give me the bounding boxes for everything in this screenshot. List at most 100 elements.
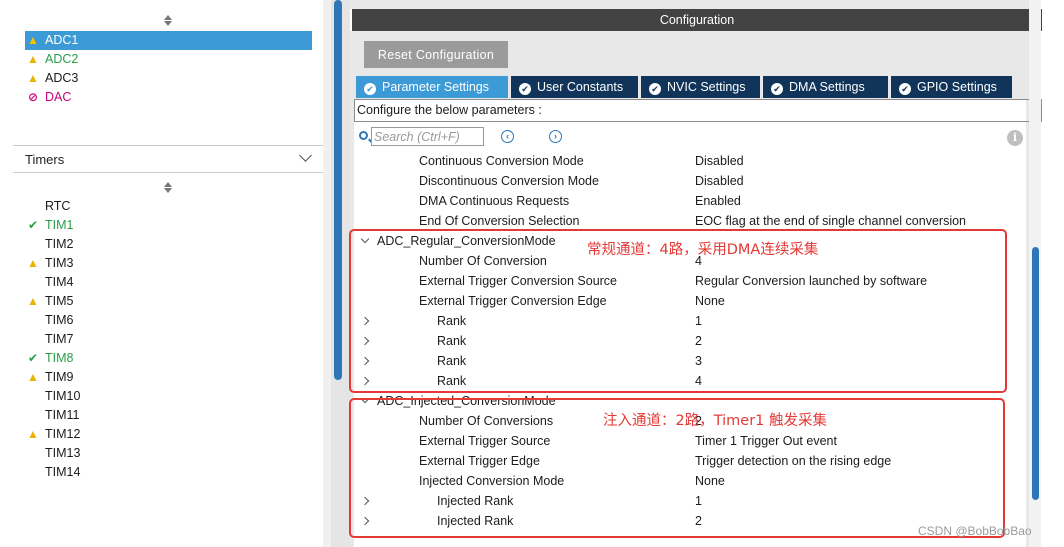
timer-item-tim1[interactable]: ✔ TIM1 <box>25 216 74 235</box>
timers-section-title[interactable]: Timers <box>25 152 64 167</box>
timer-item-rtc[interactable]: RTC <box>25 197 70 216</box>
peripheral-label: DAC <box>45 90 72 104</box>
sort-arrows-icon[interactable] <box>163 182 173 194</box>
parameter-value[interactable]: Disabled <box>695 171 744 191</box>
top-strip <box>350 0 1029 9</box>
timer-item-tim7[interactable]: TIM7 <box>25 330 73 349</box>
sort-arrows-icon[interactable] <box>163 15 173 27</box>
scrollbar-thumb[interactable] <box>334 0 342 380</box>
injected-annotation-text: 注入通道：2路，Timer1 触发采集 <box>603 413 828 429</box>
peripheral-item-adc1[interactable]: ▲ ADC1 <box>25 31 312 50</box>
check-circle-icon: ✔ <box>519 83 531 95</box>
timer-label: TIM10 <box>45 389 81 403</box>
parameter-row[interactable]: End Of Conversion Selection EOC flag at t… <box>354 211 1026 231</box>
timer-item-tim12[interactable]: ▲ TIM12 <box>25 425 80 444</box>
peripheral-item-adc2[interactable]: ▲ ADC2 <box>25 50 78 69</box>
parameters-header: Configure the below parameters : <box>354 99 1042 122</box>
disabled-icon: ⊘ <box>27 90 39 104</box>
timer-item-tim2[interactable]: TIM2 <box>25 235 73 254</box>
tab-dma-settings[interactable]: ✔ DMA Settings <box>763 76 888 98</box>
tab-label: Parameter Settings <box>382 80 489 94</box>
parameter-name: Discontinuous Conversion Mode <box>419 174 599 188</box>
tab-nvic-settings[interactable]: ✔ NVIC Settings <box>641 76 760 98</box>
tab-gpio-settings[interactable]: ✔ GPIO Settings <box>891 76 1012 98</box>
parameter-row[interactable]: Discontinuous Conversion Mode Disabled <box>354 171 1026 191</box>
peripheral-item-dac[interactable]: ⊘ DAC <box>25 88 71 107</box>
timer-label: TIM9 <box>45 370 74 384</box>
timer-label: TIM11 <box>45 408 80 422</box>
warning-icon: ▲ <box>27 427 39 441</box>
timer-item-tim8[interactable]: ✔ TIM8 <box>25 349 74 368</box>
reset-configuration-button[interactable]: Reset Configuration <box>364 41 508 68</box>
timer-label: RTC <box>45 199 71 213</box>
warning-icon: ▲ <box>27 294 39 308</box>
tab-label: DMA Settings <box>789 80 865 94</box>
warning-icon: ▲ <box>27 256 39 270</box>
tab-label: NVIC Settings <box>667 80 746 94</box>
parameter-name: DMA Continuous Requests <box>419 194 570 208</box>
timer-item-tim3[interactable]: ▲ TIM3 <box>25 254 73 273</box>
chevron-down-icon[interactable] <box>299 149 312 162</box>
timer-item-tim14[interactable]: TIM14 <box>25 463 80 482</box>
timer-item-tim5[interactable]: ▲ TIM5 <box>25 292 73 311</box>
search-row: ‹ › i <box>354 125 1026 147</box>
settings-tabs: ✔ Parameter Settings ✔ User Constants ✔ NVIC … <box>356 76 1015 98</box>
timer-label: TIM12 <box>45 427 81 441</box>
parameter-value[interactable]: EOC flag at the end of single channel co… <box>695 211 966 231</box>
timer-label: TIM7 <box>45 332 74 346</box>
warning-icon: ▲ <box>27 370 39 384</box>
timer-item-tim10[interactable]: TIM10 <box>25 387 80 406</box>
divider <box>13 145 323 146</box>
divider <box>13 172 323 173</box>
check-circle-icon: ✔ <box>364 83 376 95</box>
watermark: CSDN @BobBobBao <box>918 524 1032 538</box>
parameter-name: Continuous Conversion Mode <box>419 154 584 168</box>
timer-label: TIM3 <box>45 256 74 270</box>
left-panel: ▲ ADC1 ▲ ADC2 ▲ ADC3 ⊘ DAC Timers RTC ✔ TIM1 TIM2 ▲… <box>0 0 331 547</box>
timer-label: TIM4 <box>45 275 74 289</box>
warning-icon: ▲ <box>27 33 39 47</box>
timer-item-tim13[interactable]: TIM13 <box>25 444 80 463</box>
timer-label: TIM14 <box>45 465 81 479</box>
tab-label: User Constants <box>537 80 624 94</box>
peripheral-label: ADC2 <box>45 52 79 66</box>
previous-match-icon[interactable]: ‹ <box>501 130 514 143</box>
check-icon: ✔ <box>27 351 39 365</box>
right-scrollbar[interactable] <box>1029 0 1041 547</box>
parameter-value[interactable]: Enabled <box>695 191 741 211</box>
parameter-name: End Of Conversion Selection <box>419 214 580 228</box>
timer-item-tim9[interactable]: ▲ TIM9 <box>25 368 73 387</box>
peripheral-item-adc3[interactable]: ▲ ADC3 <box>25 69 78 88</box>
check-circle-icon: ✔ <box>771 83 783 95</box>
timer-label: TIM1 <box>45 218 74 232</box>
parameter-row[interactable]: Continuous Conversion Mode Disabled <box>354 151 1026 171</box>
configuration-title: Configuration <box>352 9 1042 31</box>
peripheral-label: ADC3 <box>45 71 79 85</box>
scrollbar-thumb[interactable] <box>1032 247 1039 500</box>
search-input[interactable] <box>371 127 484 146</box>
check-icon: ✔ <box>27 218 39 232</box>
tab-user-constants[interactable]: ✔ User Constants <box>511 76 638 98</box>
timer-label: TIM8 <box>45 351 74 365</box>
left-scrollbar[interactable] <box>323 0 331 547</box>
check-circle-icon: ✔ <box>899 83 911 95</box>
info-icon[interactable]: i <box>1007 130 1023 146</box>
regular-annotation-text: 常规通道：4路，采用DMA连续采集 <box>587 242 819 258</box>
next-match-icon[interactable]: › <box>549 130 562 143</box>
search-icon[interactable] <box>359 131 368 140</box>
peripheral-label: ADC1 <box>45 33 79 47</box>
timer-label: TIM6 <box>45 313 74 327</box>
timer-item-tim6[interactable]: TIM6 <box>25 311 73 330</box>
timer-item-tim11[interactable]: TIM11 <box>25 406 80 425</box>
timer-label: TIM5 <box>45 294 74 308</box>
timer-label: TIM13 <box>45 446 81 460</box>
tab-label: GPIO Settings <box>917 80 997 94</box>
check-circle-icon: ✔ <box>649 83 661 95</box>
parameter-row[interactable]: DMA Continuous Requests Enabled <box>354 191 1026 211</box>
tab-parameter-settings[interactable]: ✔ Parameter Settings <box>356 76 508 98</box>
parameter-value[interactable]: Disabled <box>695 151 744 171</box>
timer-item-tim4[interactable]: TIM4 <box>25 273 73 292</box>
panel-divider-scrollbar[interactable] <box>331 0 350 547</box>
warning-icon: ▲ <box>27 52 39 66</box>
timer-label: TIM2 <box>45 237 74 251</box>
